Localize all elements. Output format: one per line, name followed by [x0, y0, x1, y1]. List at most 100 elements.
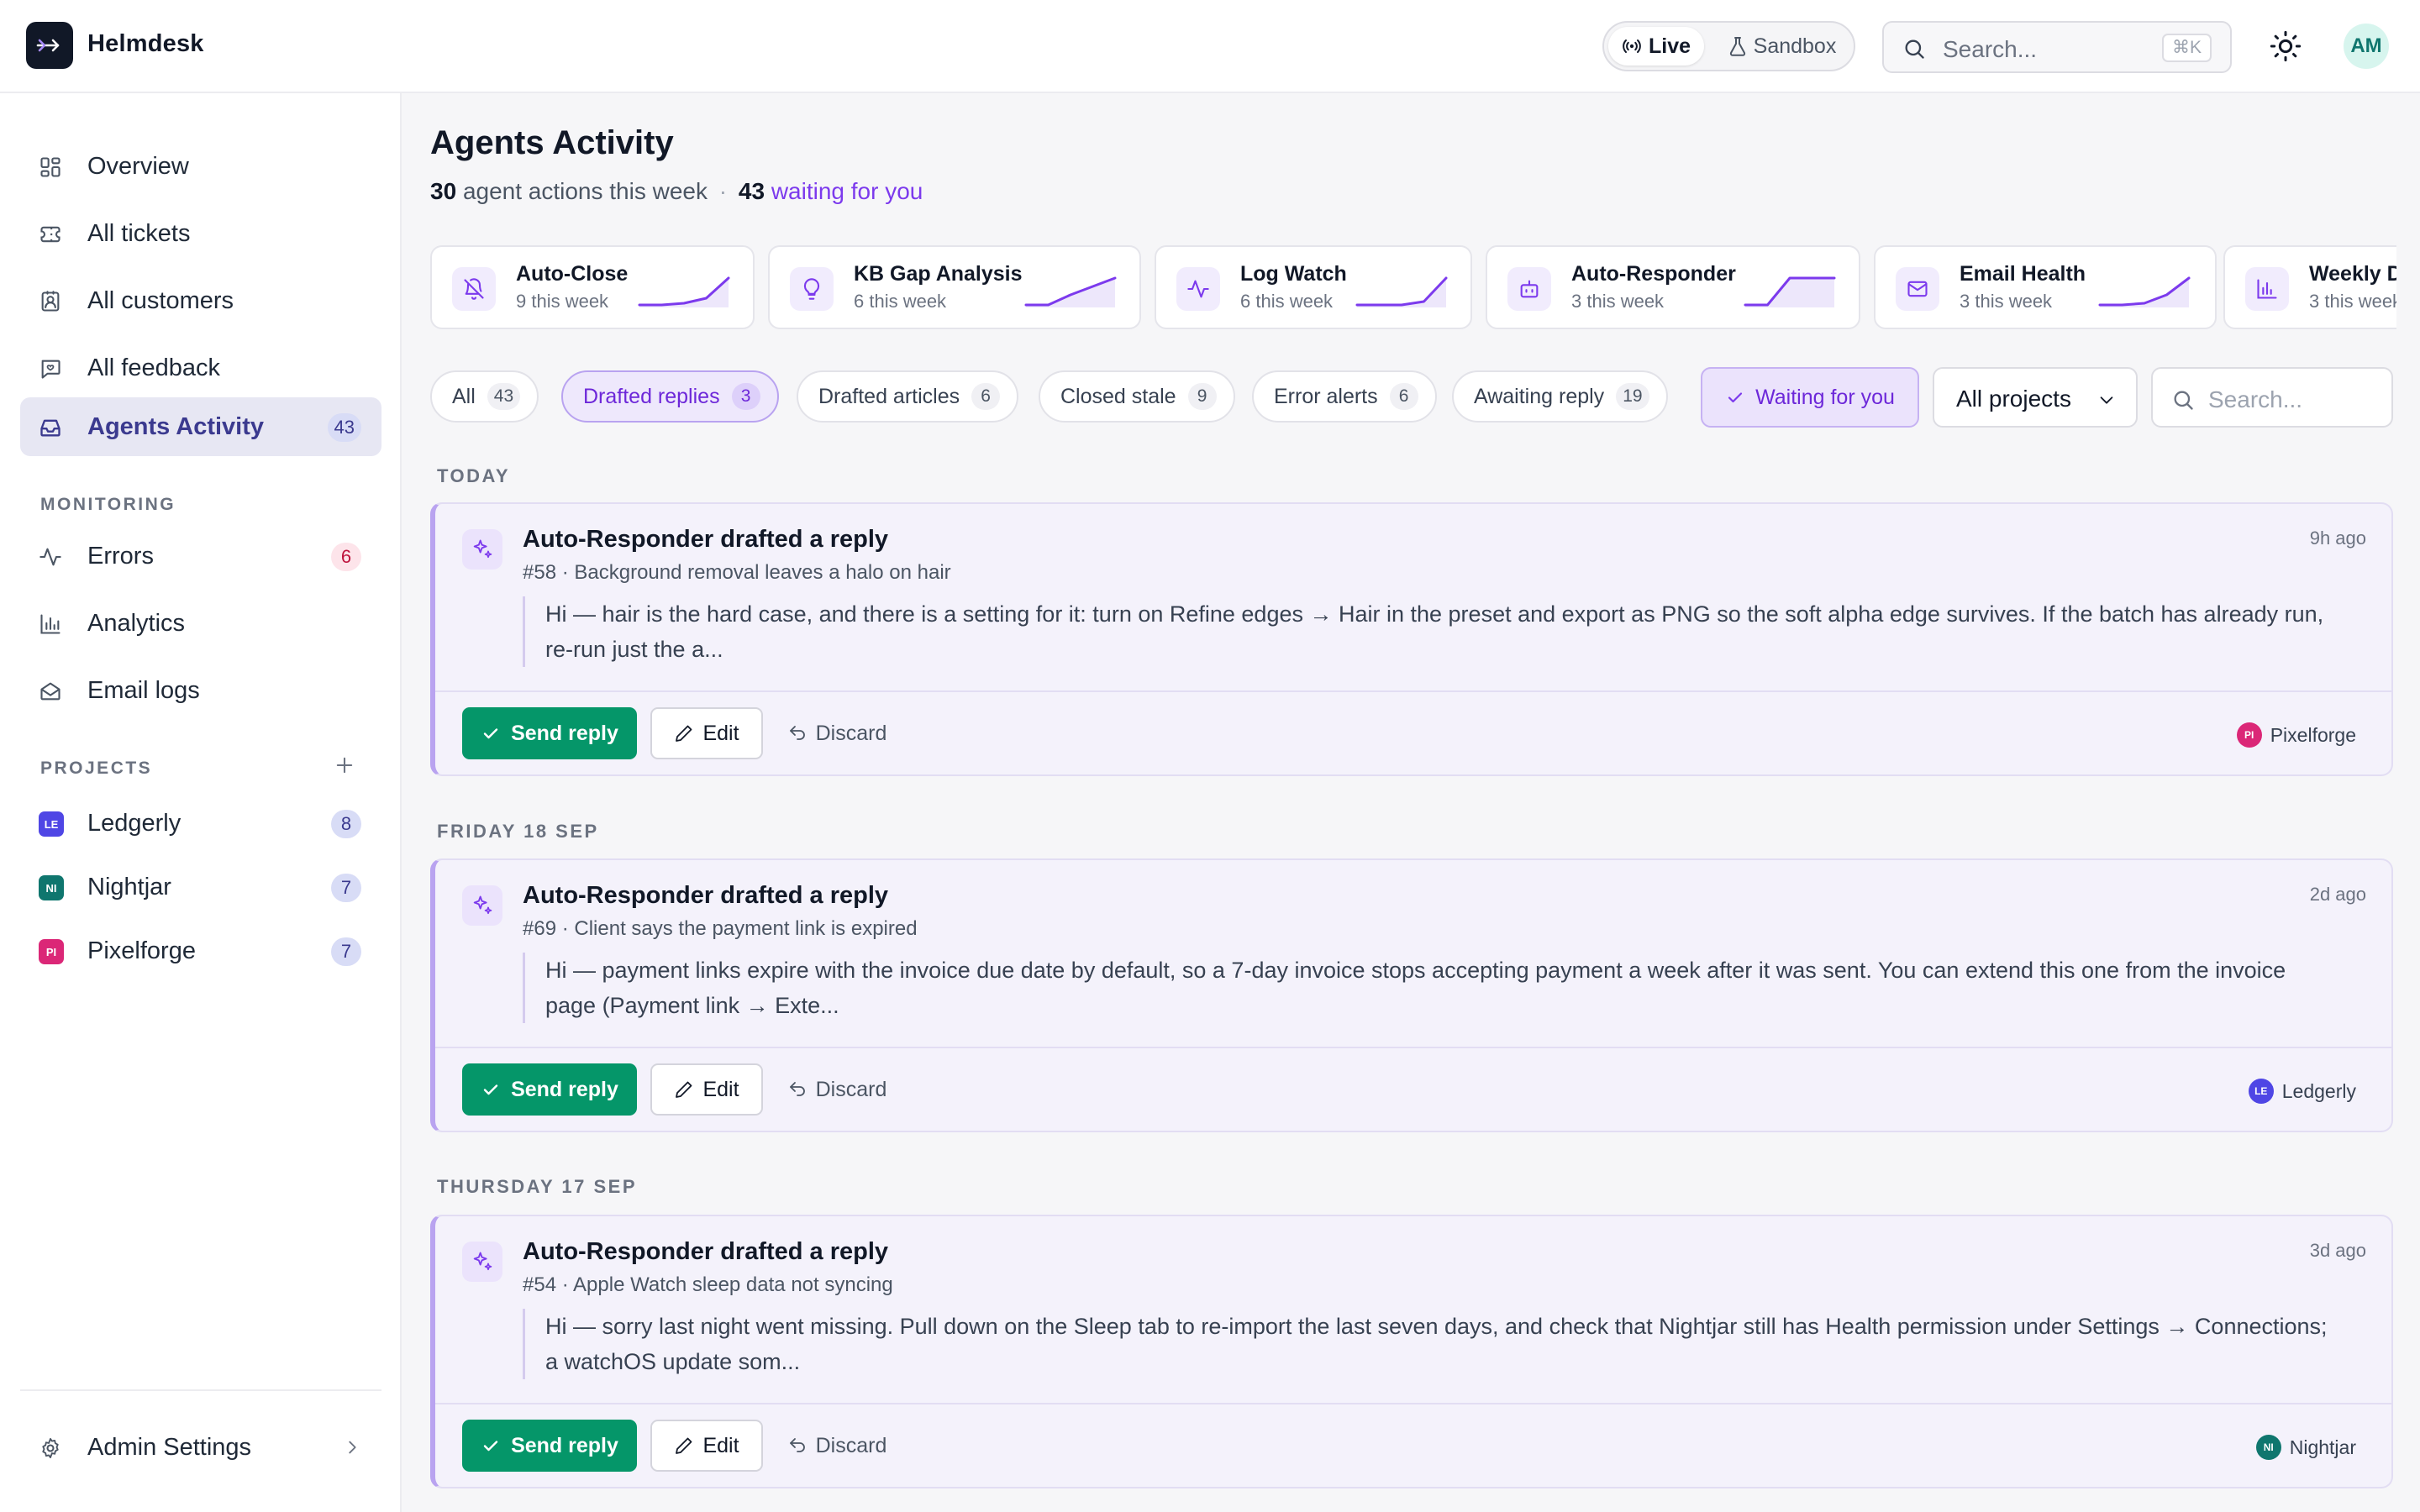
waiting-text[interactable]: waiting for you: [771, 178, 923, 204]
sidebar-item-overview[interactable]: Overview: [20, 137, 381, 196]
subtitle-separator: ·: [718, 178, 728, 204]
sidebar-item-label: Overview: [87, 153, 189, 180]
agent-card-auto-responder[interactable]: Auto-Responder 3 this week: [1486, 245, 1860, 329]
sidebar-item-all-feedback[interactable]: All feedback: [20, 339, 381, 397]
discard-button[interactable]: Discard: [778, 1063, 896, 1116]
mode-sandbox-button[interactable]: Sandbox: [1717, 27, 1848, 66]
sparkles-icon: [473, 895, 492, 915]
activity-type-icon-box: [462, 529, 502, 570]
draft-reply-preview: Hi — payment links expire with the invoi…: [523, 953, 2329, 1023]
sidebar-item-analytics[interactable]: Analytics: [20, 594, 381, 653]
theme-toggle-button[interactable]: [2269, 29, 2302, 63]
agent-card-auto-close[interactable]: Auto-Close 9 this week: [430, 245, 755, 329]
sidebar-item-label: Nightjar: [87, 874, 171, 900]
agent-card-log-watch[interactable]: Log Watch 6 this week: [1155, 245, 1472, 329]
edit-button[interactable]: Edit: [650, 1063, 763, 1116]
agent-card-kb-gap-analysis[interactable]: KB Gap Analysis 6 this week: [768, 245, 1141, 329]
agent-card-email-health[interactable]: Email Health 3 this week: [1874, 245, 2217, 329]
contact-icon: [41, 291, 60, 312]
sidebar-item-label: All customers: [87, 287, 234, 314]
draft-reply-preview: Hi — sorry last night went missing. Pull…: [523, 1309, 2329, 1379]
edit-button[interactable]: Edit: [650, 1420, 763, 1472]
sidebar-item-label: Pixelforge: [87, 937, 196, 964]
waiting-count: 43: [738, 178, 765, 204]
activity-card: Auto-Responder drafted a reply #69 · Cli…: [430, 858, 2393, 1132]
project-tag[interactable]: PI Pixelforge: [2236, 722, 2356, 748]
filter-chip-closed-stale[interactable]: Closed stale 9: [1039, 370, 1235, 423]
mail-icon: [1907, 281, 1928, 297]
activity-search-placeholder: Search...: [2208, 386, 2303, 412]
mode-live-button[interactable]: Live: [1608, 27, 1704, 66]
sidebar-divider: [20, 1389, 381, 1391]
send-reply-button[interactable]: Send reply: [462, 1420, 637, 1472]
waiting-toggle-label: Waiting for you: [1755, 385, 1895, 409]
filter-chip-error-alerts[interactable]: Error alerts 6: [1252, 370, 1437, 423]
agent-card-weekly-digest[interactable]: Weekly Di 3 this week: [2223, 245, 2396, 329]
sparkline-area: [1745, 278, 1834, 307]
chip-count: 19: [1616, 383, 1649, 410]
project-tag[interactable]: NI Nightjar: [2255, 1435, 2356, 1460]
sidebar-item-project-nightjar[interactable]: NI Nightjar 7: [20, 858, 381, 916]
ticket-reference[interactable]: #69 · Client says the payment link is ex…: [523, 917, 918, 941]
chip-count: 43: [487, 383, 521, 410]
filter-chip-drafted-replies[interactable]: Drafted replies 3: [561, 370, 779, 423]
ticket-reference[interactable]: #58 · Background removal leaves a halo o…: [523, 561, 951, 585]
chip-label: Awaiting reply: [1474, 384, 1605, 408]
sidebar-item-label: Analytics: [87, 610, 186, 637]
discard-button[interactable]: Discard: [778, 707, 896, 759]
sun-icon: [2270, 30, 2302, 62]
activity-type-icon-box: [462, 1242, 502, 1282]
chip-label: Drafted articles: [818, 384, 960, 408]
agent-icon-box: [790, 267, 834, 311]
gear-icon: [42, 1437, 59, 1459]
sidebar-item-agents-activity[interactable]: Agents Activity 43: [20, 397, 381, 456]
pencil-icon: [676, 1437, 692, 1454]
project-badge: NI: [39, 875, 64, 900]
agent-sparkline: [2098, 276, 2191, 307]
sidebar-item-email-logs[interactable]: Email logs: [20, 661, 381, 720]
activity-timestamp: 3d ago: [2309, 1240, 2366, 1261]
sidebar-item-admin-settings[interactable]: Admin Settings: [20, 1418, 381, 1477]
sidebar-item-project-ledgerly[interactable]: LE Ledgerly 8: [20, 794, 381, 853]
sidebar-item-project-pixelforge[interactable]: PI Pixelforge 7: [20, 921, 381, 980]
waiting-for-you-toggle[interactable]: Waiting for you: [1701, 367, 1919, 428]
agent-icon-box: [1507, 267, 1551, 311]
layout-dashboard-icon: [40, 157, 60, 177]
add-project-plus-icon[interactable]: [333, 753, 356, 777]
filter-chip-drafted-articles[interactable]: Drafted articles 6: [797, 370, 1019, 423]
bot-icon: [1520, 280, 1539, 298]
agent-name: Email Health: [1960, 262, 2086, 286]
undo-icon: [789, 1082, 805, 1096]
filter-chip-all[interactable]: All 43: [430, 370, 539, 423]
mail-open-icon: [40, 682, 60, 701]
agent-sparkline: [1024, 276, 1117, 307]
sidebar-item-errors[interactable]: Errors 6: [20, 527, 381, 585]
day-label: FRIDAY 18 SEP: [437, 821, 599, 842]
activity-title: Auto-Responder drafted a reply: [523, 1238, 889, 1265]
filter-chip-awaiting-reply[interactable]: Awaiting reply 19: [1452, 370, 1668, 423]
mode-live-label: Live: [1648, 34, 1691, 58]
errors-count: 6: [331, 543, 361, 571]
day-label: THURSDAY 17 SEP: [437, 1176, 638, 1197]
activity-search-input[interactable]: Search...: [2151, 367, 2393, 428]
project-select[interactable]: All projects: [1933, 367, 2138, 428]
project-badge: PI: [39, 939, 64, 964]
ticket-reference[interactable]: #54 · Apple Watch sleep data not syncing: [523, 1273, 893, 1297]
app-logo[interactable]: [26, 22, 73, 69]
agent-weekly-count: 3 this week: [1571, 291, 1665, 312]
sidebar-item-all-tickets[interactable]: All tickets: [20, 204, 381, 263]
sidebar-item-label: All feedback: [87, 354, 220, 381]
agent-weekly-count: 6 this week: [1240, 291, 1334, 312]
send-reply-button[interactable]: Send reply: [462, 707, 637, 759]
send-reply-button[interactable]: Send reply: [462, 1063, 637, 1116]
edit-button[interactable]: Edit: [650, 707, 763, 759]
sidebar-item-all-customers[interactable]: All customers: [20, 271, 381, 330]
project-tag-badge: PI: [2236, 722, 2262, 748]
project-tag[interactable]: LE Ledgerly: [2248, 1079, 2356, 1104]
app-name: Helmdesk: [87, 30, 204, 57]
chip-label: Error alerts: [1274, 384, 1378, 408]
discard-button[interactable]: Discard: [778, 1420, 896, 1472]
activity-actions: Send reply Edit Discard LE Ledgerly: [435, 1047, 2391, 1131]
user-avatar[interactable]: AM: [2344, 24, 2389, 69]
global-search-input[interactable]: Search... ⌘K: [1882, 21, 2232, 73]
